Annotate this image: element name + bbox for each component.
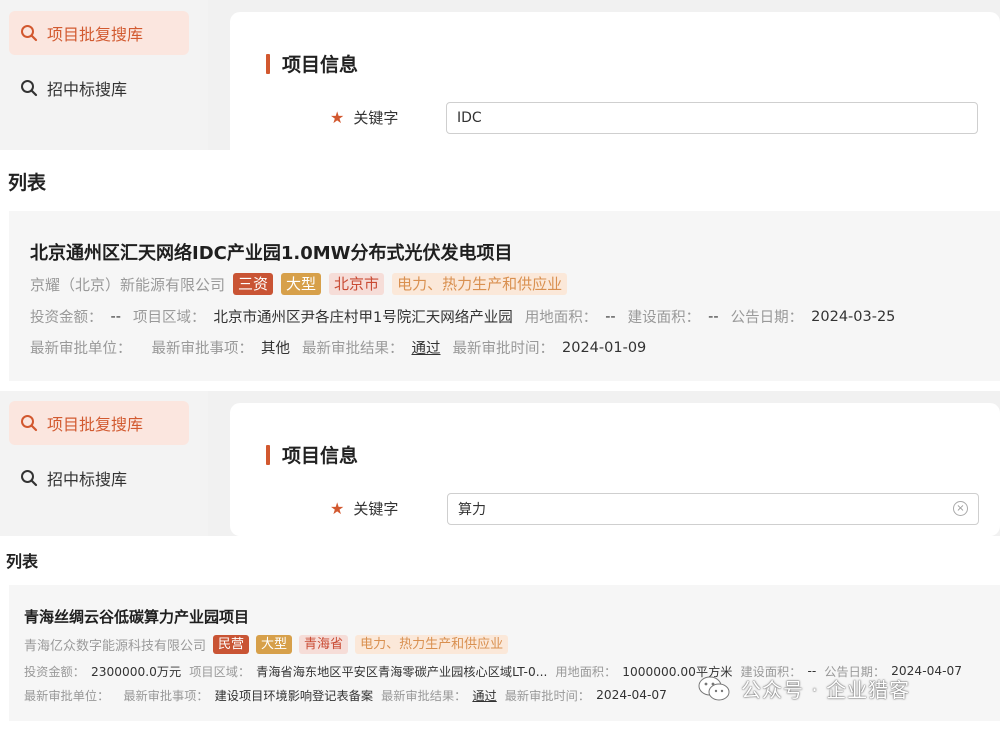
meta-value: 2024-04-07 — [596, 688, 667, 702]
search-icon — [21, 415, 38, 432]
keyword-input[interactable]: IDC — [446, 102, 978, 134]
meta-key: 最新审批时间： — [452, 341, 555, 357]
meta-value: 2024-03-25 — [811, 308, 896, 325]
section-title: 项目信息 — [266, 50, 358, 77]
meta-key: 最新审批时间： — [504, 689, 591, 703]
meta-key: 投资金额： — [30, 310, 103, 326]
tag-scale: 大型 — [256, 634, 293, 654]
section-title-text: 项目信息 — [282, 445, 359, 467]
meta-key: 公告日期： — [730, 310, 804, 326]
clear-icon[interactable]: × — [953, 501, 968, 516]
star-icon: ★ — [330, 499, 345, 518]
result-meta-row-1: 投资金额： -- 项目区域： 北京市通州区尹各庄村甲1号院汇天网络产业园 用地面积：… — [30, 306, 895, 327]
meta-key: 项目区域： — [189, 665, 251, 679]
meta-key: 用地面积： — [524, 310, 598, 326]
list-heading: 列表 — [8, 172, 47, 194]
meta-value: -- — [110, 308, 121, 325]
meta-key: 最新审批单位： — [24, 689, 110, 703]
meta-key: 最新审批事项： — [151, 341, 254, 357]
result-meta-row-2: 最新审批单位： 最新审批事项： 其他 最新审批结果： 通过 最新审批时间： 2024-… — [30, 337, 646, 358]
nav-item-label: 项目批复搜库 — [47, 25, 144, 44]
project-info-card — [230, 12, 1000, 162]
approval-result-link[interactable]: 通过 — [472, 686, 496, 704]
meta-key: 最新审批事项： — [123, 689, 209, 703]
meta-value: 建设项目环境影响登记表备案 — [214, 689, 374, 703]
tag-scale: 大型 — [281, 273, 322, 295]
tag-capital-type: 民营 — [213, 634, 250, 654]
search-icon — [21, 80, 38, 97]
result-title[interactable]: 北京通州区汇天网络IDC产业园1.0MW分布式光伏发电项目 — [30, 239, 513, 265]
meta-value: 青海省海东地区平安区青海零碳产业园核心区域LT-0... — [256, 665, 548, 679]
meta-key: 投资金额： — [24, 665, 85, 679]
section-title-text: 项目信息 — [282, 54, 359, 76]
meta-key: 建设面积： — [627, 310, 701, 326]
meta-key: 最新审批结果： — [381, 689, 467, 703]
section-accent-bar — [266, 53, 270, 74]
section-title: 项目信息 — [266, 441, 358, 468]
meta-value: -- — [605, 308, 616, 325]
nav-item-project-approval[interactable]: 项目批复搜库 — [9, 11, 189, 55]
tag-region: 青海省 — [299, 634, 349, 654]
nav-item-label: 项目批复搜库 — [47, 415, 144, 434]
nav-item-label: 招中标搜库 — [47, 470, 128, 489]
nav-item-bidding[interactable]: 招中标搜库 — [9, 66, 189, 110]
meta-value: 2300000.0万元 — [90, 665, 182, 679]
meta-key: 最新审批单位： — [30, 341, 132, 357]
keyword-input-value: IDC — [457, 110, 482, 126]
nav-item-label: 招中标搜库 — [47, 80, 128, 99]
meta-value: 其他 — [261, 341, 290, 357]
star-icon: ★ — [330, 108, 345, 127]
search-icon — [21, 25, 38, 42]
nav-item-project-approval[interactable]: 项目批复搜库 — [9, 401, 189, 445]
watermark-text: 公众号 · 企业猎客 — [741, 678, 911, 702]
company-name[interactable]: 青海亿众数字能源科技有限公司 — [24, 635, 206, 654]
result-title[interactable]: 青海丝绸云谷低碳算力产业园项目 — [24, 606, 249, 627]
result-company-row: 青海亿众数字能源科技有限公司 民营 大型 青海省 电力、热力生产和供应业 — [24, 634, 509, 654]
approval-result-link[interactable]: 通过 — [412, 337, 441, 358]
meta-value: 北京市通州区尹各庄村甲1号院汇天网络产业园 — [213, 310, 513, 326]
meta-key: 项目区域： — [132, 310, 206, 326]
list-heading: 列表 — [6, 552, 39, 571]
tag-region: 北京市 — [329, 273, 385, 295]
keyword-input[interactable]: 算力 × — [447, 493, 979, 525]
wechat-icon — [698, 676, 730, 700]
result-meta-row-2: 最新审批单位： 最新审批事项： 建设项目环境影响登记表备案 最新审批结果： 通过 最… — [24, 686, 667, 704]
keyword-label-text: 关键字 — [353, 500, 399, 518]
tag-capital-type: 三资 — [233, 273, 274, 295]
meta-value: -- — [708, 308, 719, 325]
section-accent-bar — [266, 444, 270, 465]
meta-key: 用地面积： — [555, 665, 617, 679]
company-name[interactable]: 京耀（北京）新能源有限公司 — [30, 274, 225, 295]
result-company-row: 京耀（北京）新能源有限公司 三资 大型 北京市 电力、热力生产和供应业 — [30, 272, 568, 296]
nav-item-bidding[interactable]: 招中标搜库 — [9, 456, 189, 500]
meta-value: 2024-01-09 — [562, 339, 647, 356]
tag-industry: 电力、热力生产和供应业 — [355, 634, 509, 654]
keyword-label-text: 关键字 — [353, 109, 399, 127]
meta-key: 最新审批结果： — [302, 341, 404, 357]
keyword-label: ★ 关键字 — [330, 107, 398, 128]
tag-industry: 电力、热力生产和供应业 — [392, 273, 568, 295]
watermark: 公众号 · 企业猎客 — [697, 674, 910, 703]
keyword-input-value: 算力 — [458, 502, 486, 518]
keyword-label: ★ 关键字 — [330, 498, 398, 519]
search-icon — [21, 470, 38, 487]
